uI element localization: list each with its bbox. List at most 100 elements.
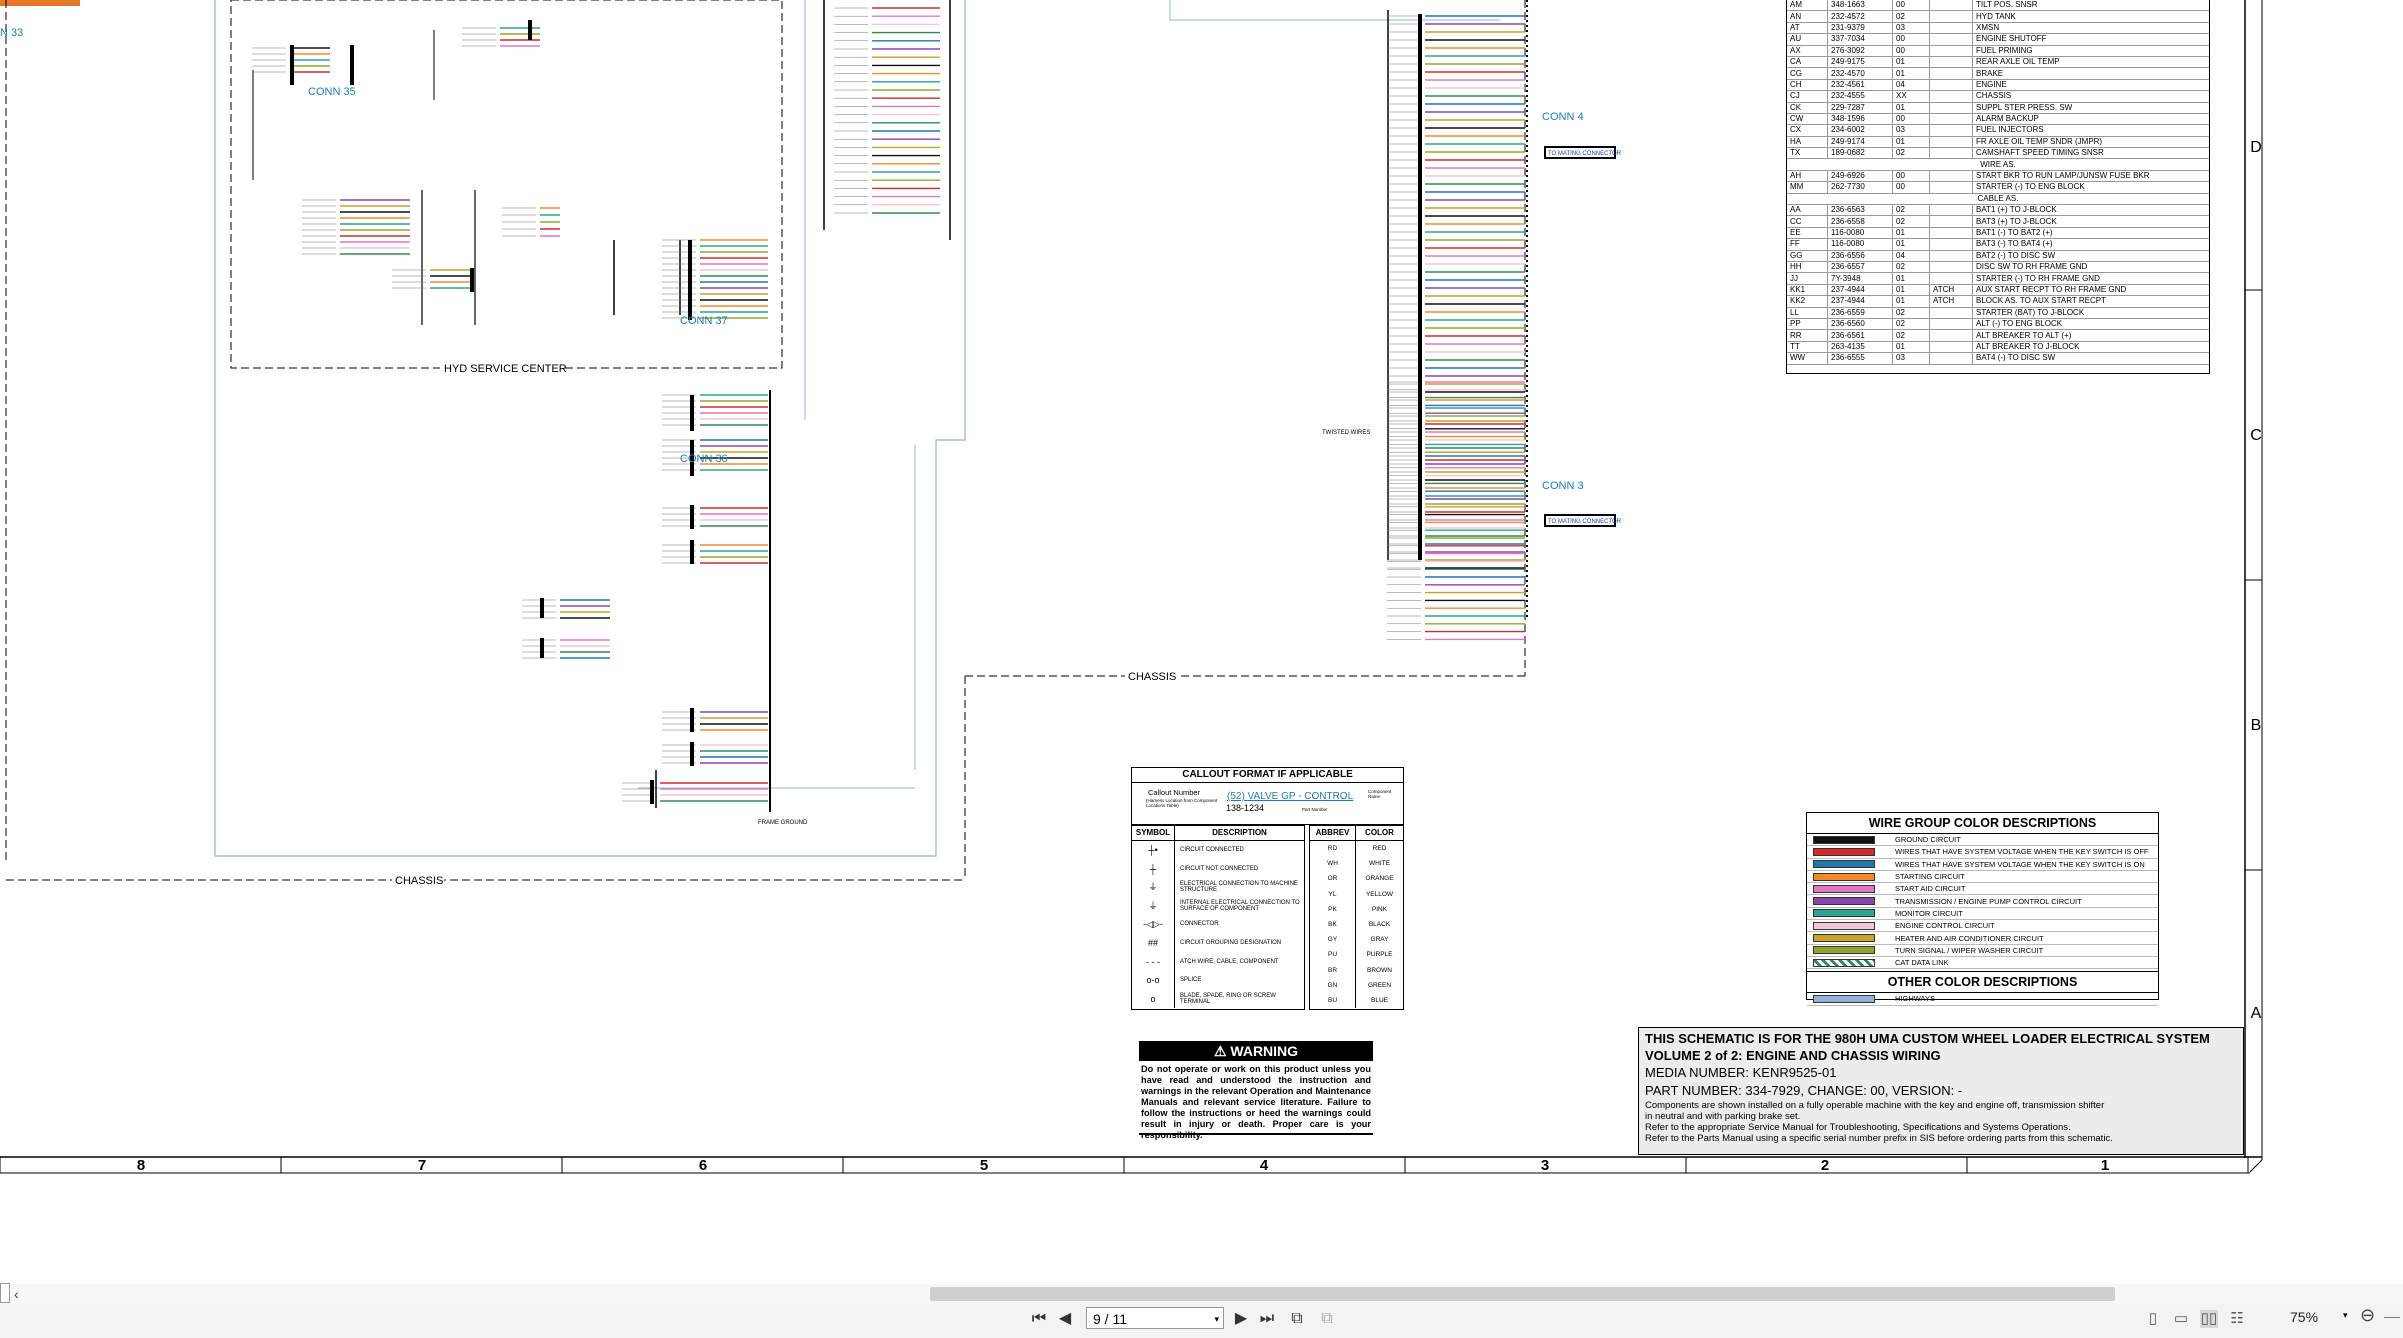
- abbrev-code: WH: [1310, 856, 1356, 872]
- cable-section-header: CABLE AS.: [1787, 193, 2209, 206]
- single-page-view-button[interactable]: ▯: [2144, 1310, 2162, 1328]
- title-note-4: Refer to the Parts Manual using a specif…: [1645, 1133, 2113, 1144]
- cable-cell-code: FF: [1787, 238, 1828, 251]
- cable-cell-desc: BRAKE: [1972, 67, 2209, 80]
- cable-cell-rev: 00: [1892, 33, 1930, 46]
- cable-cell-code: RR: [1787, 329, 1828, 342]
- connector-block: [290, 45, 294, 85]
- warning-icon: ⚠: [1213, 1043, 1227, 1059]
- cable-cell-atch: [1929, 33, 1973, 46]
- conn-36-label[interactable]: CONN 36: [680, 453, 728, 465]
- cable-cell-desc: FR AXLE OIL TEMP SNDR (JMPR): [1972, 136, 2209, 149]
- sidebar-toggle-icon[interactable]: [0, 1283, 10, 1303]
- wire-group-description: HEATER AND AIR CONDITIONER CIRCUIT: [1895, 933, 2044, 943]
- first-page-button[interactable]: ⏮: [1030, 1310, 1048, 1328]
- to-mating-connector-1[interactable]: TO MATING CONNECTOR: [1548, 151, 1622, 157]
- callout-title: CALLOUT FORMAT IF APPLICABLE: [1132, 768, 1403, 783]
- connector-block: [690, 540, 694, 564]
- title-note-1: Components are shown installed on a full…: [1645, 1100, 2105, 1111]
- conn-35-label[interactable]: CONN 35: [308, 86, 356, 98]
- wire-group-row: HEATER AND AIR CONDITIONER CIRCUIT: [1807, 932, 2158, 945]
- zoom-out-icon[interactable]: ⊖: [2360, 1305, 2375, 1326]
- previous-page-button[interactable]: ◀: [1056, 1310, 1074, 1328]
- page-number-input[interactable]: 9 / 11 ▾: [1086, 1307, 1224, 1329]
- frame-ground-label: FRAME GROUND: [758, 820, 808, 826]
- facing-continuous-view-button[interactable]: ☷: [2228, 1310, 2246, 1328]
- cable-table-row: AM 348-1663 00 TILT POS. SNSR: [1787, 0, 2209, 12]
- cable-table-row: KK1 237-4944 01 ATCH AUX START RECPT TO RH F…: [1787, 284, 2209, 297]
- cable-cell-part: 232-4555: [1827, 90, 1893, 103]
- abbrev-color-name: BROWN: [1367, 966, 1392, 974]
- cable-cell-atch: [1929, 124, 1973, 137]
- scroll-left-icon[interactable]: ‹: [14, 1286, 19, 1302]
- abbrev-code: YL: [1310, 886, 1356, 902]
- cable-cell-atch: [1929, 250, 1973, 263]
- symbol-glyph-icon: ┼•: [1132, 841, 1175, 860]
- cable-cell-rev: 02: [1892, 307, 1930, 319]
- wire-group-row: HIGHWAYS: [1807, 993, 2158, 1006]
- conn-4-label[interactable]: CONN 4: [1542, 111, 1584, 123]
- cable-cell-part: 116-0080: [1827, 227, 1893, 240]
- cable-cell-rev: 02: [1892, 10, 1930, 23]
- cable-cell-rev: 01: [1892, 102, 1930, 114]
- symbol-glyph-icon: ┼: [1132, 859, 1175, 879]
- wire-color-swatch: [1813, 897, 1875, 906]
- wire-color-swatch: [1813, 994, 1875, 1003]
- symbol-description: CIRCUIT CONNECTED: [1180, 847, 1244, 854]
- cable-parts-table: AM 348-1663 00 TILT POS. SNSR AN 232-4572 02 HY…: [1786, 0, 2210, 374]
- wire-color-swatch: [1813, 847, 1875, 856]
- cable-cell-desc: BAT1 (+) TO J-BLOCK: [1972, 204, 2209, 217]
- cable-cell-part: 232-4561: [1827, 79, 1893, 92]
- horizontal-scrollbar-thumb[interactable]: [930, 1287, 2115, 1301]
- cable-cell-desc: CAMSHAFT SPEED TIMING SNSR: [1972, 147, 2209, 160]
- callout-example[interactable]: (52) VALVE GP - CONTROL: [1227, 791, 1353, 802]
- col-label-2: 2: [1821, 1157, 1829, 1174]
- callout-component-name: Component Name: [1368, 789, 1392, 799]
- go-back-view-button[interactable]: ⧉: [1288, 1310, 1306, 1328]
- cable-cell-rev: 00: [1892, 113, 1930, 126]
- zoom-level[interactable]: 75%: [2290, 1309, 2318, 1325]
- cable-table-row: KK2 237-4944 01 ATCH BLOCK AS. TO AUX START …: [1787, 295, 2209, 308]
- conn-33-label[interactable]: N 33: [0, 27, 23, 39]
- callout-number-label: Callout Number: [1148, 788, 1201, 797]
- zoom-slider[interactable]: [2384, 1317, 2400, 1318]
- cable-cell-code: TT: [1787, 341, 1828, 354]
- connector-block: [350, 45, 354, 85]
- cable-cell-code: WW: [1787, 352, 1828, 365]
- next-page-button[interactable]: ▶: [1232, 1310, 1250, 1328]
- to-mating-connector-2[interactable]: TO MATING CONNECTOR: [1548, 519, 1622, 525]
- conn-37-label[interactable]: CONN 37: [680, 315, 728, 327]
- symbol-description: CIRCUIT NOT CONNECTED: [1180, 865, 1259, 872]
- cable-cell-desc: FUEL INJECTORS: [1972, 124, 2209, 137]
- symbol-legend: SYMBOL DESCRIPTION ┼• CIRCUIT CONNECTED ┼ C…: [1131, 825, 1305, 1010]
- cable-cell-code: CC: [1787, 215, 1828, 228]
- facing-view-button[interactable]: ▯▯: [2200, 1310, 2218, 1328]
- conn-3-label[interactable]: CONN 3: [1542, 480, 1584, 492]
- cable-cell-rev: 00: [1892, 45, 1930, 57]
- cable-cell-atch: [1929, 136, 1973, 149]
- cable-cell-part: 249-6926: [1827, 170, 1893, 183]
- cable-cell-code: KK1: [1787, 284, 1828, 297]
- wire-group-color-legend: WIRE GROUP COLOR DESCRIPTIONS GROUND CIR…: [1806, 812, 2159, 1006]
- cable-table-row: CK 229-7287 01 SUPPL STER PRESS. SW: [1787, 102, 2209, 114]
- cable-table-row: CH 232-4561 04 ENGINE: [1787, 79, 2209, 92]
- zoom-dropdown-icon[interactable]: ▾: [2343, 1310, 2348, 1321]
- wire-group-description: MONITOR CIRCUIT: [1895, 908, 1963, 918]
- page-dropdown-icon[interactable]: ▾: [1214, 1308, 1219, 1330]
- cable-table-row: TX 189-0682 02 CAMSHAFT SPEED TIMING SNSR: [1787, 147, 2209, 160]
- symbol-glyph-icon: -◁▷-: [1132, 915, 1175, 934]
- first-page-icon: ⏮: [1031, 1310, 1047, 1327]
- cable-cell-part: 7Y-3948: [1827, 272, 1893, 285]
- cable-cell-desc: REAR AXLE OIL TEMP: [1972, 56, 2209, 69]
- go-forward-view-button[interactable]: ⧉: [1318, 1310, 1336, 1328]
- cable-table-row: AN 232-4572 02 HYD TANK: [1787, 10, 2209, 23]
- last-page-button[interactable]: ⏭: [1258, 1310, 1276, 1328]
- continuous-view-button[interactable]: ▭: [2172, 1310, 2190, 1328]
- symbol-row: - - - ATCH WIRE, CABLE, COMPONENT: [1132, 952, 1304, 972]
- abbrev-code: RD: [1310, 841, 1356, 857]
- cable-cell-desc: FUEL PRIMING: [1972, 45, 2209, 57]
- cable-cell-code: CG: [1787, 67, 1828, 80]
- cable-table-row: CJ 232-4555 XX CHASSIS: [1787, 90, 2209, 103]
- cable-cell-rev: 03: [1892, 124, 1930, 137]
- abbrev-code: GN: [1310, 977, 1356, 993]
